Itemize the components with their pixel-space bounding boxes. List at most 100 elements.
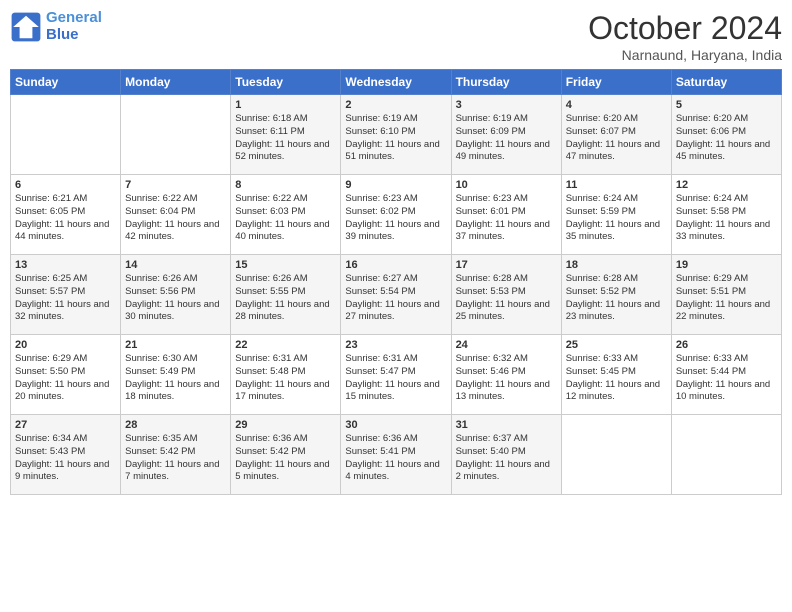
day-number: 20: [15, 339, 116, 351]
cell-details: Sunrise: 6:24 AM Sunset: 5:58 PM Dayligh…: [676, 193, 777, 244]
cell-details: Sunrise: 6:34 AM Sunset: 5:43 PM Dayligh…: [15, 433, 116, 484]
calendar-cell: 26 Sunrise: 6:33 AM Sunset: 5:44 PM Dayli…: [671, 335, 781, 415]
header-tuesday: Tuesday: [231, 70, 341, 95]
header-wednesday: Wednesday: [341, 70, 451, 95]
cell-details: Sunrise: 6:31 AM Sunset: 5:48 PM Dayligh…: [235, 353, 336, 404]
cell-details: Sunrise: 6:28 AM Sunset: 5:52 PM Dayligh…: [566, 273, 667, 324]
cell-details: Sunrise: 6:28 AM Sunset: 5:53 PM Dayligh…: [456, 273, 557, 324]
day-number: 25: [566, 339, 667, 351]
calendar-cell: 19 Sunrise: 6:29 AM Sunset: 5:51 PM Dayli…: [671, 255, 781, 335]
cell-details: Sunrise: 6:33 AM Sunset: 5:45 PM Dayligh…: [566, 353, 667, 404]
calendar-cell: 3Sunrise: 6:19 AM Sunset: 6:09 PM Daylig…: [451, 95, 561, 175]
cell-details: Sunrise: 6:23 AM Sunset: 6:01 PM Dayligh…: [456, 193, 557, 244]
day-number: 21: [125, 339, 226, 351]
header-monday: Monday: [121, 70, 231, 95]
calendar-cell: 29 Sunrise: 6:36 AM Sunset: 5:42 PM Dayli…: [231, 415, 341, 495]
cell-details: Sunrise: 6:18 AM Sunset: 6:11 PM Dayligh…: [235, 113, 336, 164]
cell-details: Sunrise: 6:27 AM Sunset: 5:54 PM Dayligh…: [345, 273, 446, 324]
title-block: October 2024 Narnaund, Haryana, India: [588, 10, 782, 63]
day-number: 15: [235, 259, 336, 271]
cell-details: Sunrise: 6:24 AM Sunset: 5:59 PM Dayligh…: [566, 193, 667, 244]
cell-details: Sunrise: 6:29 AM Sunset: 5:51 PM Dayligh…: [676, 273, 777, 324]
calendar-cell: 6 Sunrise: 6:21 AM Sunset: 6:05 PM Daylig…: [11, 175, 121, 255]
day-number: 6: [15, 179, 116, 191]
day-number: 9: [345, 179, 446, 191]
cell-details: Sunrise: 6:32 AM Sunset: 5:46 PM Dayligh…: [456, 353, 557, 404]
day-number: 3: [456, 99, 557, 111]
day-number: 16: [345, 259, 446, 271]
day-number: 4: [566, 99, 667, 111]
calendar-header-row: SundayMondayTuesdayWednesdayThursdayFrid…: [11, 70, 782, 95]
calendar-cell: 24 Sunrise: 6:32 AM Sunset: 5:46 PM Dayli…: [451, 335, 561, 415]
calendar-week-row: 1 Sunrise: 6:18 AM Sunset: 6:11 PM Daylig…: [11, 95, 782, 175]
day-number: 2: [345, 99, 446, 111]
day-number: 19: [676, 259, 777, 271]
cell-details: Sunrise: 6:29 AM Sunset: 5:50 PM Dayligh…: [15, 353, 116, 404]
calendar-cell: 22 Sunrise: 6:31 AM Sunset: 5:48 PM Dayli…: [231, 335, 341, 415]
calendar-cell: 7 Sunrise: 6:22 AM Sunset: 6:04 PM Daylig…: [121, 175, 231, 255]
cell-details: Sunrise: 6:33 AM Sunset: 5:44 PM Dayligh…: [676, 353, 777, 404]
cell-details: Sunrise: 6:35 AM Sunset: 5:42 PM Dayligh…: [125, 433, 226, 484]
calendar-cell: [671, 415, 781, 495]
calendar-cell: 21 Sunrise: 6:30 AM Sunset: 5:49 PM Dayli…: [121, 335, 231, 415]
cell-details: Sunrise: 6:20 AM Sunset: 6:06 PM Dayligh…: [676, 113, 777, 164]
cell-details: Sunrise: 6:25 AM Sunset: 5:57 PM Dayligh…: [15, 273, 116, 324]
calendar-cell: 23Sunrise: 6:31 AM Sunset: 5:47 PM Dayli…: [341, 335, 451, 415]
cell-details: Sunrise: 6:37 AM Sunset: 5:40 PM Dayligh…: [456, 433, 557, 484]
day-number: 10: [456, 179, 557, 191]
cell-details: Sunrise: 6:21 AM Sunset: 6:05 PM Dayligh…: [15, 193, 116, 244]
day-number: 11: [566, 179, 667, 191]
cell-details: Sunrise: 6:36 AM Sunset: 5:42 PM Dayligh…: [235, 433, 336, 484]
cell-details: Sunrise: 6:20 AM Sunset: 6:07 PM Dayligh…: [566, 113, 667, 164]
calendar-cell: 10 Sunrise: 6:23 AM Sunset: 6:01 PM Dayli…: [451, 175, 561, 255]
calendar-cell: [11, 95, 121, 175]
calendar-cell: 2 Sunrise: 6:19 AM Sunset: 6:10 PM Daylig…: [341, 95, 451, 175]
cell-details: Sunrise: 6:19 AM Sunset: 6:10 PM Dayligh…: [345, 113, 446, 164]
day-number: 12: [676, 179, 777, 191]
day-number: 29: [235, 419, 336, 431]
logo-text: General Blue: [46, 10, 102, 43]
calendar-cell: [121, 95, 231, 175]
day-number: 8: [235, 179, 336, 191]
day-number: 7: [125, 179, 226, 191]
day-number: 14: [125, 259, 226, 271]
calendar-cell: 1 Sunrise: 6:18 AM Sunset: 6:11 PM Daylig…: [231, 95, 341, 175]
calendar-cell: 30Sunrise: 6:36 AM Sunset: 5:41 PM Dayli…: [341, 415, 451, 495]
cell-details: Sunrise: 6:30 AM Sunset: 5:49 PM Dayligh…: [125, 353, 226, 404]
header-saturday: Saturday: [671, 70, 781, 95]
cell-details: Sunrise: 6:23 AM Sunset: 6:02 PM Dayligh…: [345, 193, 446, 244]
cell-details: Sunrise: 6:26 AM Sunset: 5:56 PM Dayligh…: [125, 273, 226, 324]
calendar-cell: 9 Sunrise: 6:23 AM Sunset: 6:02 PM Daylig…: [341, 175, 451, 255]
logo-icon: [10, 11, 42, 43]
calendar-cell: 12 Sunrise: 6:24 AM Sunset: 5:58 PM Dayli…: [671, 175, 781, 255]
day-number: 26: [676, 339, 777, 351]
calendar-week-row: 20 Sunrise: 6:29 AM Sunset: 5:50 PM Dayli…: [11, 335, 782, 415]
calendar-cell: 8Sunrise: 6:22 AM Sunset: 6:03 PM Daylig…: [231, 175, 341, 255]
calendar-cell: 20 Sunrise: 6:29 AM Sunset: 5:50 PM Dayli…: [11, 335, 121, 415]
month-title: October 2024: [588, 10, 782, 47]
day-number: 28: [125, 419, 226, 431]
calendar-cell: 13Sunrise: 6:25 AM Sunset: 5:57 PM Dayli…: [11, 255, 121, 335]
day-number: 24: [456, 339, 557, 351]
day-number: 18: [566, 259, 667, 271]
day-number: 31: [456, 419, 557, 431]
calendar-cell: 5 Sunrise: 6:20 AM Sunset: 6:06 PM Daylig…: [671, 95, 781, 175]
calendar-cell: 25 Sunrise: 6:33 AM Sunset: 5:45 PM Dayli…: [561, 335, 671, 415]
calendar-cell: 31 Sunrise: 6:37 AM Sunset: 5:40 PM Dayli…: [451, 415, 561, 495]
day-number: 23: [345, 339, 446, 351]
calendar-cell: 27 Sunrise: 6:34 AM Sunset: 5:43 PM Dayli…: [11, 415, 121, 495]
calendar-week-row: 27 Sunrise: 6:34 AM Sunset: 5:43 PM Dayli…: [11, 415, 782, 495]
calendar-week-row: 6 Sunrise: 6:21 AM Sunset: 6:05 PM Daylig…: [11, 175, 782, 255]
header-sunday: Sunday: [11, 70, 121, 95]
header-friday: Friday: [561, 70, 671, 95]
day-number: 27: [15, 419, 116, 431]
page-header: General Blue October 2024 Narnaund, Hary…: [10, 10, 782, 63]
day-number: 5: [676, 99, 777, 111]
day-number: 1: [235, 99, 336, 111]
calendar-cell: 18 Sunrise: 6:28 AM Sunset: 5:52 PM Dayli…: [561, 255, 671, 335]
calendar-table: SundayMondayTuesdayWednesdayThursdayFrid…: [10, 69, 782, 495]
day-number: 22: [235, 339, 336, 351]
cell-details: Sunrise: 6:22 AM Sunset: 6:04 PM Dayligh…: [125, 193, 226, 244]
day-number: 17: [456, 259, 557, 271]
location-subtitle: Narnaund, Haryana, India: [588, 47, 782, 63]
